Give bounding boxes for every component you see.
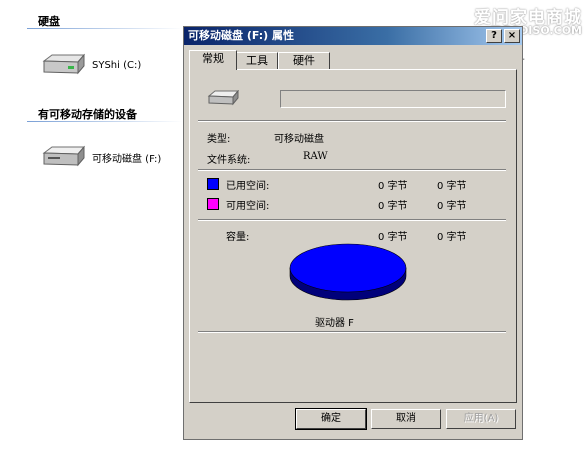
drive-c[interactable]: SYShi (C:) bbox=[40, 53, 141, 77]
hard-disks-heading: 硬盘 bbox=[38, 15, 60, 28]
disk-usage-pie bbox=[289, 243, 407, 301]
type-label: 类型: bbox=[207, 134, 231, 145]
heading-divider bbox=[27, 121, 183, 122]
properties-dialog: 可移动磁盘 (F:) 属性 ? × 常规 工具 硬件 类型: 可移动磁盘 文件系… bbox=[183, 26, 523, 440]
free-space-bytes: 0 字节 bbox=[378, 201, 408, 212]
capacity-size: 0 字节 bbox=[437, 232, 467, 243]
heading-divider bbox=[27, 28, 183, 29]
help-button[interactable]: ? bbox=[486, 29, 502, 43]
general-panel: 类型: 可移动磁盘 文件系统: RAW 已用空间: 0 字节 0 字节 可用空间… bbox=[189, 69, 517, 403]
free-space-size: 0 字节 bbox=[437, 201, 467, 212]
filesystem-label: 文件系统: bbox=[207, 155, 251, 166]
divider bbox=[198, 331, 506, 333]
ok-button[interactable]: 确定 bbox=[295, 408, 367, 430]
filesystem-value: RAW bbox=[303, 151, 328, 162]
used-space-bytes: 0 字节 bbox=[378, 181, 408, 192]
used-space-size: 0 字节 bbox=[437, 181, 467, 192]
drive-letter-label: 驱动器 F bbox=[315, 318, 354, 329]
type-value: 可移动磁盘 bbox=[274, 134, 324, 145]
tab-hardware[interactable]: 硬件 bbox=[278, 52, 330, 69]
capacity-bytes: 0 字节 bbox=[378, 232, 408, 243]
removable-drive-icon bbox=[42, 145, 86, 167]
divider bbox=[198, 169, 506, 171]
dialog-titlebar[interactable]: 可移动磁盘 (F:) 属性 ? × bbox=[184, 27, 522, 45]
used-space-swatch bbox=[207, 178, 219, 190]
apply-button[interactable]: 应用(A) bbox=[446, 409, 516, 429]
used-space-label: 已用空间: bbox=[226, 181, 270, 192]
tab-tools[interactable]: 工具 bbox=[236, 52, 278, 69]
divider bbox=[198, 219, 506, 221]
removable-heading: 有可移动存储的设备 bbox=[38, 108, 137, 121]
divider bbox=[198, 120, 506, 122]
drive-c-label: SYShi (C:) bbox=[92, 59, 142, 71]
drive-f[interactable]: 可移动磁盘 (F:) bbox=[40, 145, 161, 169]
hard-drive-icon bbox=[42, 53, 86, 75]
removable-drive-icon bbox=[207, 90, 240, 106]
tab-general[interactable]: 常规 bbox=[189, 50, 237, 70]
dialog-title: 可移动磁盘 (F:) 属性 bbox=[188, 29, 295, 42]
close-button[interactable]: × bbox=[504, 29, 520, 43]
cancel-button[interactable]: 取消 bbox=[371, 409, 441, 429]
capacity-label: 容量: bbox=[226, 232, 250, 243]
free-space-label: 可用空间: bbox=[226, 201, 270, 212]
drive-f-label: 可移动磁盘 (F:) bbox=[92, 153, 162, 165]
free-space-swatch bbox=[207, 198, 219, 210]
drive-name-input[interactable] bbox=[280, 90, 506, 108]
